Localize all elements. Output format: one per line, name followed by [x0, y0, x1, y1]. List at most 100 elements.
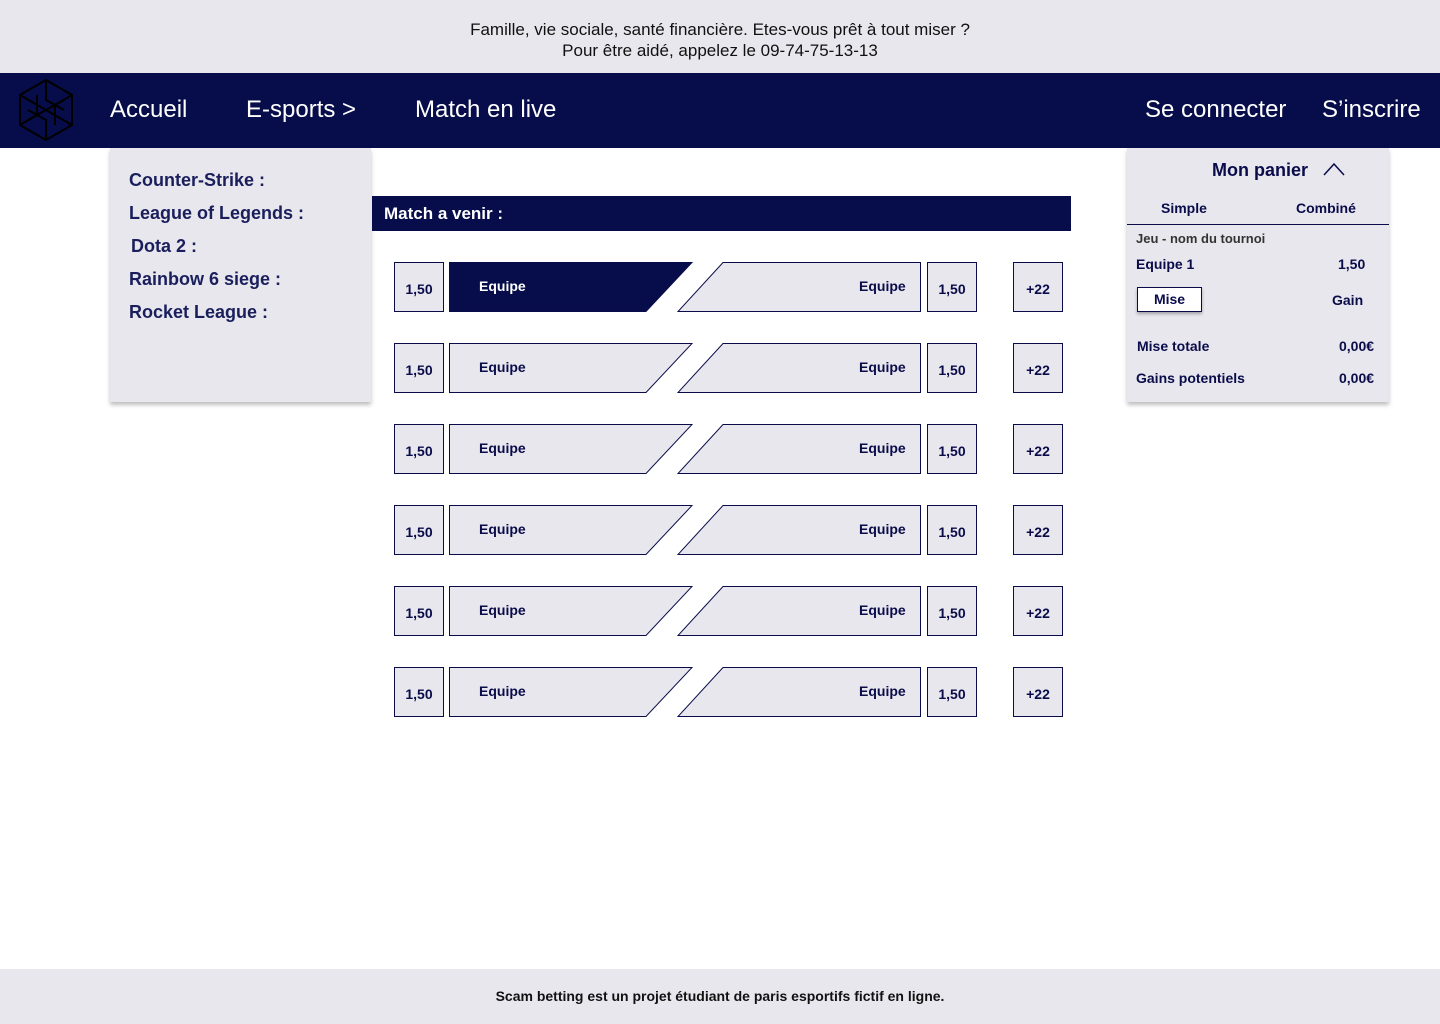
match-row: 1,50 Equipe Equipe 1,50 +22: [394, 424, 1064, 474]
more-bets-count: +22: [1026, 604, 1050, 621]
match-row: 1,50 Equipe Equipe 1,50 +22: [394, 586, 1064, 636]
team-left-label: Equipe: [479, 521, 526, 537]
login-link[interactable]: Se connecter: [1145, 96, 1286, 124]
team-left-button[interactable]: Equipe: [449, 262, 693, 312]
odd-right-button[interactable]: 1,50: [927, 262, 977, 312]
games-sidebar: Counter-Strike : League of Legends : Dot…: [110, 148, 371, 402]
more-bets-count: +22: [1026, 280, 1050, 297]
more-bets-count: +22: [1026, 685, 1050, 702]
team-right-label: Equipe: [859, 278, 906, 294]
total-stake-label: Mise totale: [1137, 338, 1210, 354]
odd-right-value: 1,50: [938, 442, 966, 459]
footer: Scam betting est un projet étudiant de p…: [0, 969, 1440, 1024]
warning-line-2: Pour être aidé, appelez le 09-74-75-13-1…: [562, 41, 878, 60]
odd-right-button[interactable]: 1,50: [927, 424, 977, 474]
team-left-button[interactable]: Equipe: [449, 424, 693, 474]
register-link[interactable]: S’inscrire: [1322, 96, 1421, 124]
team-right-button[interactable]: Equipe: [677, 505, 921, 555]
more-bets-count: +22: [1026, 361, 1050, 378]
odd-right-value: 1,50: [938, 523, 966, 540]
team-left-button[interactable]: Equipe: [449, 343, 693, 393]
odd-right-value: 1,50: [938, 280, 966, 297]
team-left-label: Equipe: [479, 278, 526, 294]
odd-left-value: 1,50: [405, 523, 433, 540]
more-bets-button[interactable]: +22: [1013, 262, 1063, 312]
team-right-label: Equipe: [859, 440, 906, 456]
gambling-warning-banner: Famille, vie sociale, santé financière. …: [0, 0, 1440, 73]
sidebar-item-rainbow-6[interactable]: Rainbow 6 siege :: [129, 269, 281, 290]
odd-left-button[interactable]: 1,50: [394, 586, 444, 636]
upcoming-matches-title: Match a venir :: [372, 196, 1071, 231]
odd-right-button[interactable]: 1,50: [927, 343, 977, 393]
cart-team: Equipe 1: [1136, 256, 1195, 272]
cart-title: Mon panier: [1212, 160, 1309, 180]
sidebar-item-league-of-legends[interactable]: League of Legends :: [129, 203, 304, 224]
stake-input-button[interactable]: Mise: [1137, 287, 1202, 312]
odd-left-value: 1,50: [405, 280, 433, 297]
team-left-button[interactable]: Equipe: [449, 667, 693, 717]
odd-right-value: 1,50: [938, 361, 966, 378]
match-row: 1,50 Equipe Equipe 1,50 +22: [394, 262, 1064, 312]
more-bets-button[interactable]: +22: [1013, 424, 1063, 474]
team-right-button[interactable]: Equipe: [677, 586, 921, 636]
more-bets-button[interactable]: +22: [1013, 586, 1063, 636]
potential-gains-label: Gains potentiels: [1136, 370, 1245, 386]
sidebar-item-rocket-league[interactable]: Rocket League :: [129, 302, 268, 323]
nav-home-link[interactable]: Accueil: [110, 96, 187, 124]
top-navbar: Accueil E-sports > Match en live Se conn…: [0, 73, 1440, 148]
odd-left-button[interactable]: 1,50: [394, 667, 444, 717]
match-row: 1,50 Equipe Equipe 1,50 +22: [394, 505, 1064, 555]
team-right-label: Equipe: [859, 359, 906, 375]
match-row: 1,50 Equipe Equipe 1,50 +22: [394, 667, 1064, 717]
more-bets-count: +22: [1026, 523, 1050, 540]
team-right-label: Equipe: [859, 683, 906, 699]
team-right-label: Equipe: [859, 521, 906, 537]
odd-right-button[interactable]: 1,50: [927, 505, 977, 555]
odd-left-value: 1,50: [405, 361, 433, 378]
total-stake-value: 0,00€: [1339, 338, 1375, 354]
tab-combined[interactable]: Combiné: [1296, 200, 1356, 216]
team-right-label: Equipe: [859, 602, 906, 618]
cart-odd: 1,50: [1338, 256, 1366, 272]
cart-divider: [1127, 224, 1389, 225]
nav-live-link[interactable]: Match en live: [415, 96, 556, 124]
nav-esports-link[interactable]: E-sports >: [246, 96, 356, 124]
match-row: 1,50 Equipe Equipe 1,50 +22: [394, 343, 1064, 393]
cart-tournament: Jeu - nom du tournoi: [1136, 231, 1266, 246]
odd-right-value: 1,50: [938, 604, 966, 621]
team-right-button[interactable]: Equipe: [677, 262, 921, 312]
footer-text: Scam betting est un projet étudiant de p…: [495, 988, 945, 1004]
team-left-button[interactable]: Equipe: [449, 505, 693, 555]
odd-left-value: 1,50: [405, 685, 433, 702]
team-left-label: Equipe: [479, 359, 526, 375]
sidebar-item-dota-2[interactable]: Dota 2 :: [131, 236, 197, 257]
odd-left-value: 1,50: [405, 442, 433, 459]
more-bets-count: +22: [1026, 442, 1050, 459]
team-left-label: Equipe: [479, 602, 526, 618]
team-right-button[interactable]: Equipe: [677, 424, 921, 474]
odd-left-button[interactable]: 1,50: [394, 424, 444, 474]
tab-simple[interactable]: Simple: [1161, 200, 1207, 216]
team-right-button[interactable]: Equipe: [677, 343, 921, 393]
team-left-label: Equipe: [479, 683, 526, 699]
hexagon-logo-icon[interactable]: [17, 78, 75, 142]
odd-left-button[interactable]: 1,50: [394, 505, 444, 555]
chevron-up-icon[interactable]: [1323, 162, 1345, 176]
odd-right-button[interactable]: 1,50: [927, 667, 977, 717]
team-left-label: Equipe: [479, 440, 526, 456]
more-bets-button[interactable]: +22: [1013, 667, 1063, 717]
odd-left-value: 1,50: [405, 604, 433, 621]
more-bets-button[interactable]: +22: [1013, 343, 1063, 393]
team-right-button[interactable]: Equipe: [677, 667, 921, 717]
potential-gains-value: 0,00€: [1339, 370, 1375, 386]
bet-cart: Mon panier Simple Combiné Jeu - nom du t…: [1127, 148, 1389, 402]
sidebar-item-counter-strike[interactable]: Counter-Strike :: [129, 170, 265, 191]
more-bets-button[interactable]: +22: [1013, 505, 1063, 555]
odd-left-button[interactable]: 1,50: [394, 343, 444, 393]
team-left-button[interactable]: Equipe: [449, 586, 693, 636]
odd-right-value: 1,50: [938, 685, 966, 702]
cart-gain-label: Gain: [1332, 292, 1364, 308]
odd-right-button[interactable]: 1,50: [927, 586, 977, 636]
warning-line-1: Famille, vie sociale, santé financière. …: [470, 20, 970, 39]
odd-left-button[interactable]: 1,50: [394, 262, 444, 312]
